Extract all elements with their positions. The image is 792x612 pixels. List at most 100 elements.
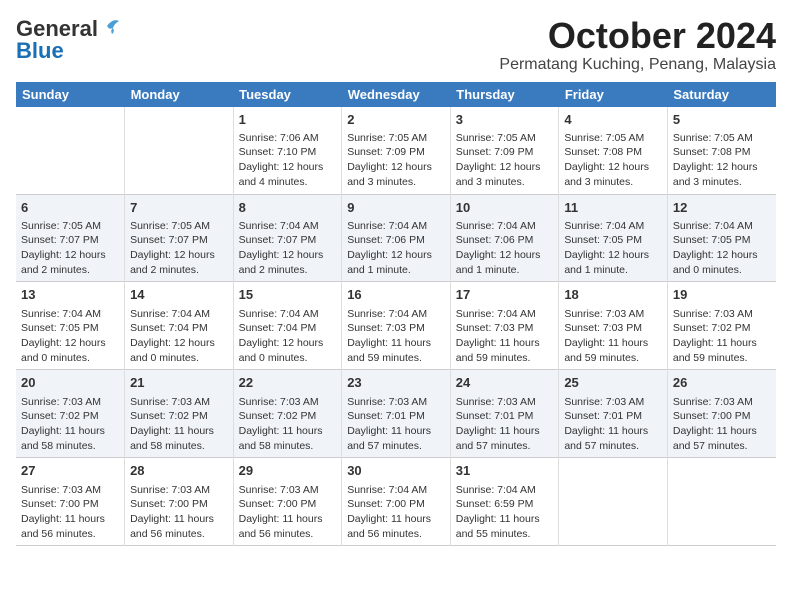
day-info: Sunrise: 7:04 AM Sunset: 7:04 PM Dayligh… [239, 307, 337, 366]
calendar-cell [667, 458, 776, 546]
weekday-row: SundayMondayTuesdayWednesdayThursdayFrid… [16, 82, 776, 107]
calendar-cell: 29 Sunrise: 7:03 AM Sunset: 7:00 PM Dayli… [233, 458, 342, 546]
calendar-body: 1 Sunrise: 7:06 AM Sunset: 7:10 PM Daylig… [16, 107, 776, 546]
day-info: Sunrise: 7:04 AM Sunset: 7:06 PM Dayligh… [456, 219, 554, 278]
day-number: 30 [347, 462, 445, 480]
calendar-week-row: 1 Sunrise: 7:06 AM Sunset: 7:10 PM Daylig… [16, 107, 776, 194]
day-number: 6 [21, 199, 119, 217]
calendar-cell: 26 Sunrise: 7:03 AM Sunset: 7:00 PM Dayli… [667, 370, 776, 458]
title-section: October 2024 Permatang Kuching, Penang, … [499, 16, 776, 74]
month-title: October 2024 [499, 16, 776, 56]
day-info: Sunrise: 7:04 AM Sunset: 7:05 PM Dayligh… [673, 219, 771, 278]
day-number: 12 [673, 199, 771, 217]
calendar-week-row: 20Sunrise: 7:03 AM Sunset: 7:02 PM Dayli… [16, 370, 776, 458]
calendar-week-row: 27 Sunrise: 7:03 AM Sunset: 7:00 PM Dayli… [16, 458, 776, 546]
day-info: Sunrise: 7:06 AM Sunset: 7:10 PM Dayligh… [239, 131, 337, 190]
logo-blue: Blue [16, 38, 64, 64]
day-info: Sunrise: 7:03 AM Sunset: 7:02 PM Dayligh… [673, 307, 771, 366]
day-number: 2 [347, 111, 445, 129]
calendar-cell: 18 Sunrise: 7:03 AM Sunset: 7:03 PM Dayli… [559, 282, 668, 370]
calendar-cell: 22Sunrise: 7:03 AM Sunset: 7:02 PM Dayli… [233, 370, 342, 458]
calendar-week-row: 13 Sunrise: 7:04 AM Sunset: 7:05 PM Dayli… [16, 282, 776, 370]
weekday-header: Sunday [16, 82, 125, 107]
day-info: Sunrise: 7:03 AM Sunset: 7:02 PM Dayligh… [239, 395, 337, 454]
day-number: 13 [21, 286, 119, 304]
logo: General Blue [16, 16, 121, 64]
calendar-cell: 19 Sunrise: 7:03 AM Sunset: 7:02 PM Dayli… [667, 282, 776, 370]
day-number: 31 [456, 462, 554, 480]
calendar-cell [16, 107, 125, 194]
calendar-cell [125, 107, 234, 194]
day-info: Sunrise: 7:04 AM Sunset: 6:59 PM Dayligh… [456, 483, 554, 542]
calendar-cell: 28 Sunrise: 7:03 AM Sunset: 7:00 PM Dayli… [125, 458, 234, 546]
calendar-cell: 3Sunrise: 7:05 AM Sunset: 7:09 PM Daylig… [450, 107, 559, 194]
day-info: Sunrise: 7:03 AM Sunset: 7:02 PM Dayligh… [21, 395, 119, 454]
day-number: 10 [456, 199, 554, 217]
day-info: Sunrise: 7:03 AM Sunset: 7:01 PM Dayligh… [456, 395, 554, 454]
calendar-cell: 20Sunrise: 7:03 AM Sunset: 7:02 PM Dayli… [16, 370, 125, 458]
day-info: Sunrise: 7:05 AM Sunset: 7:08 PM Dayligh… [673, 131, 771, 190]
day-info: Sunrise: 7:05 AM Sunset: 7:08 PM Dayligh… [564, 131, 662, 190]
calendar-cell [559, 458, 668, 546]
day-number: 23 [347, 374, 445, 392]
calendar-table: SundayMondayTuesdayWednesdayThursdayFrid… [16, 82, 776, 547]
day-info: Sunrise: 7:05 AM Sunset: 7:09 PM Dayligh… [347, 131, 445, 190]
calendar-cell: 15 Sunrise: 7:04 AM Sunset: 7:04 PM Dayli… [233, 282, 342, 370]
calendar-cell: 9 Sunrise: 7:04 AM Sunset: 7:06 PM Daylig… [342, 194, 451, 282]
day-number: 28 [130, 462, 228, 480]
day-info: Sunrise: 7:03 AM Sunset: 7:00 PM Dayligh… [130, 483, 228, 542]
calendar-header: SundayMondayTuesdayWednesdayThursdayFrid… [16, 82, 776, 107]
day-number: 26 [673, 374, 771, 392]
logo-bird-icon [99, 16, 121, 38]
weekday-header: Wednesday [342, 82, 451, 107]
day-info: Sunrise: 7:04 AM Sunset: 7:03 PM Dayligh… [347, 307, 445, 366]
day-info: Sunrise: 7:04 AM Sunset: 7:06 PM Dayligh… [347, 219, 445, 278]
day-info: Sunrise: 7:03 AM Sunset: 7:01 PM Dayligh… [564, 395, 662, 454]
day-number: 17 [456, 286, 554, 304]
day-info: Sunrise: 7:03 AM Sunset: 7:03 PM Dayligh… [564, 307, 662, 366]
calendar-cell: 31 Sunrise: 7:04 AM Sunset: 6:59 PM Dayli… [450, 458, 559, 546]
day-number: 29 [239, 462, 337, 480]
day-number: 27 [21, 462, 119, 480]
calendar-cell: 8 Sunrise: 7:04 AM Sunset: 7:07 PM Daylig… [233, 194, 342, 282]
day-number: 1 [239, 111, 337, 129]
day-number: 3 [456, 111, 554, 129]
calendar-cell: 5Sunrise: 7:05 AM Sunset: 7:08 PM Daylig… [667, 107, 776, 194]
weekday-header: Monday [125, 82, 234, 107]
calendar-cell: 27Sunrise: 7:03 AM Sunset: 7:00 PM Dayli… [16, 458, 125, 546]
location-text: Permatang Kuching, Penang, Malaysia [499, 56, 776, 74]
calendar-cell: 16 Sunrise: 7:04 AM Sunset: 7:03 PM Dayli… [342, 282, 451, 370]
calendar-cell: 1 Sunrise: 7:06 AM Sunset: 7:10 PM Daylig… [233, 107, 342, 194]
day-info: Sunrise: 7:03 AM Sunset: 7:02 PM Dayligh… [130, 395, 228, 454]
calendar-cell: 11 Sunrise: 7:04 AM Sunset: 7:05 PM Dayli… [559, 194, 668, 282]
calendar-cell: 14Sunrise: 7:04 AM Sunset: 7:04 PM Dayli… [125, 282, 234, 370]
calendar-cell: 12 Sunrise: 7:04 AM Sunset: 7:05 PM Dayli… [667, 194, 776, 282]
day-info: Sunrise: 7:04 AM Sunset: 7:07 PM Dayligh… [239, 219, 337, 278]
calendar-cell: 30 Sunrise: 7:04 AM Sunset: 7:00 PM Dayli… [342, 458, 451, 546]
calendar-cell: 21Sunrise: 7:03 AM Sunset: 7:02 PM Dayli… [125, 370, 234, 458]
day-info: Sunrise: 7:04 AM Sunset: 7:05 PM Dayligh… [21, 307, 119, 366]
day-number: 25 [564, 374, 662, 392]
calendar-week-row: 6 Sunrise: 7:05 AM Sunset: 7:07 PM Daylig… [16, 194, 776, 282]
day-number: 11 [564, 199, 662, 217]
calendar-cell: 10 Sunrise: 7:04 AM Sunset: 7:06 PM Dayli… [450, 194, 559, 282]
calendar-cell: 25 Sunrise: 7:03 AM Sunset: 7:01 PM Dayli… [559, 370, 668, 458]
day-info: Sunrise: 7:03 AM Sunset: 7:00 PM Dayligh… [673, 395, 771, 454]
calendar-cell: 23Sunrise: 7:03 AM Sunset: 7:01 PM Dayli… [342, 370, 451, 458]
day-number: 9 [347, 199, 445, 217]
day-number: 18 [564, 286, 662, 304]
day-number: 8 [239, 199, 337, 217]
day-info: Sunrise: 7:04 AM Sunset: 7:05 PM Dayligh… [564, 219, 662, 278]
day-number: 15 [239, 286, 337, 304]
day-number: 19 [673, 286, 771, 304]
day-number: 4 [564, 111, 662, 129]
day-info: Sunrise: 7:05 AM Sunset: 7:07 PM Dayligh… [21, 219, 119, 278]
day-info: Sunrise: 7:04 AM Sunset: 7:00 PM Dayligh… [347, 483, 445, 542]
weekday-header: Tuesday [233, 82, 342, 107]
day-number: 14 [130, 286, 228, 304]
day-info: Sunrise: 7:03 AM Sunset: 7:00 PM Dayligh… [239, 483, 337, 542]
day-number: 16 [347, 286, 445, 304]
day-info: Sunrise: 7:04 AM Sunset: 7:03 PM Dayligh… [456, 307, 554, 366]
day-info: Sunrise: 7:05 AM Sunset: 7:07 PM Dayligh… [130, 219, 228, 278]
calendar-cell: 13 Sunrise: 7:04 AM Sunset: 7:05 PM Dayli… [16, 282, 125, 370]
